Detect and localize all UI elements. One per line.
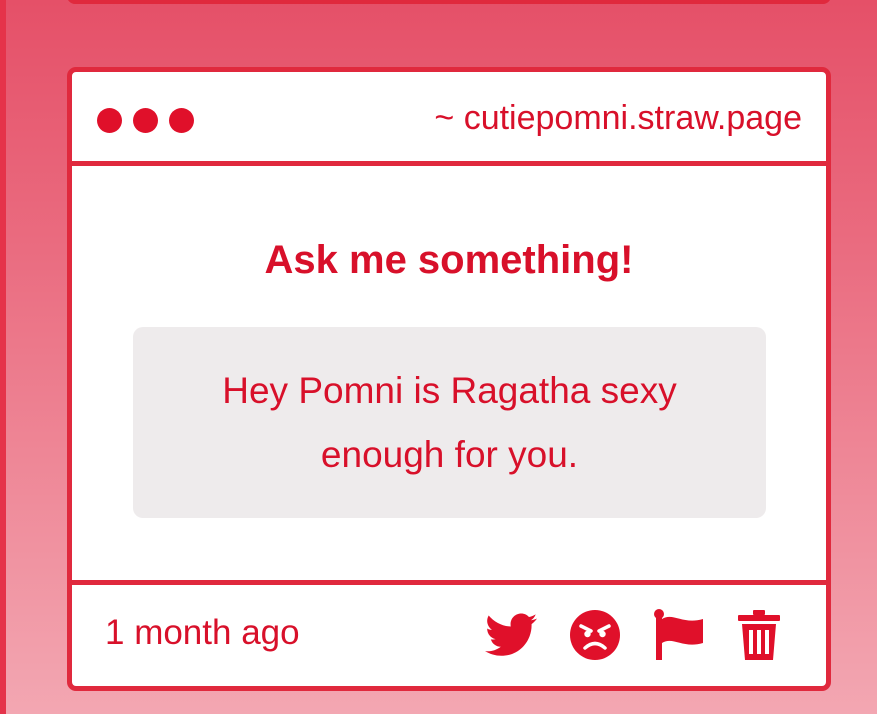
page-left-edge [0, 0, 6, 714]
window-titlebar: ~ cutiepomni.straw.page [72, 72, 826, 166]
twitter-icon[interactable] [485, 613, 537, 657]
window-dot [133, 108, 158, 133]
window-dot [169, 108, 194, 133]
timestamp: 1 month ago [105, 613, 300, 652]
page-url[interactable]: ~ cutiepomni.straw.page [434, 99, 802, 138]
window-dot [97, 108, 122, 133]
card-content: Ask me something! Hey Pomni is Ragatha s… [72, 166, 826, 582]
question-card: ~ cutiepomni.straw.page Ask me something… [67, 67, 831, 691]
card-heading: Ask me something! [264, 238, 634, 282]
action-bar [485, 607, 780, 663]
flag-icon[interactable] [653, 609, 705, 661]
card-footer: 1 month ago [72, 580, 826, 686]
trash-icon[interactable] [738, 610, 780, 660]
angry-face-icon[interactable] [570, 610, 620, 660]
window-dots [97, 108, 194, 133]
previous-card [67, 0, 831, 4]
question-text: Hey Pomni is Ragatha sexy enough for you… [222, 369, 677, 475]
question-box: Hey Pomni is Ragatha sexy enough for you… [133, 327, 766, 518]
